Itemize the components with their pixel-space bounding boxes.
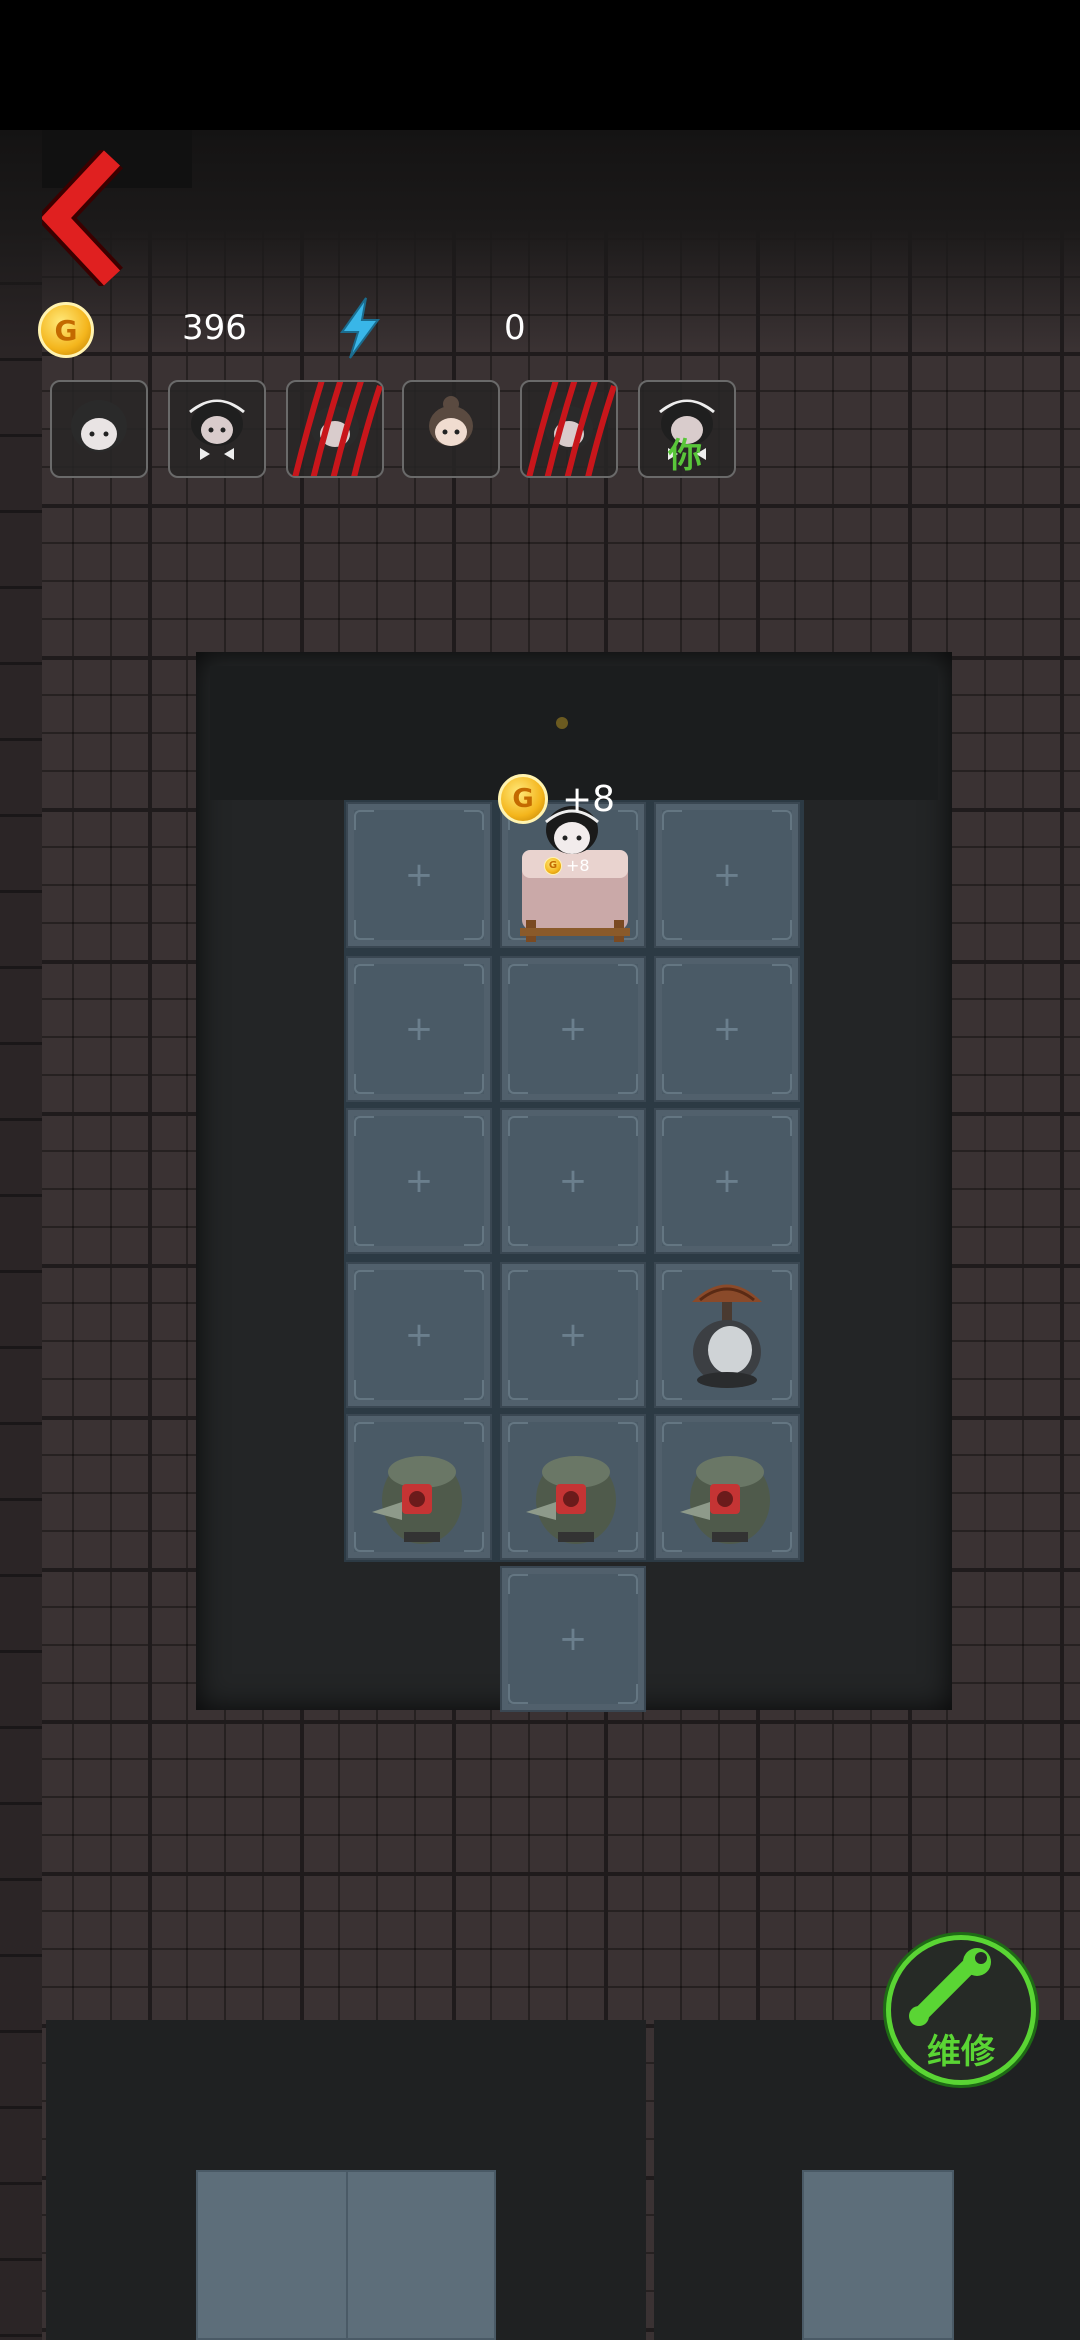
bed-income-label: G +8 — [544, 856, 590, 875]
left-wall-strip — [0, 130, 42, 2340]
turret-icon[interactable] — [516, 1442, 626, 1552]
wrench-icon — [909, 1948, 991, 2026]
back-arrow-icon[interactable] — [42, 150, 138, 286]
build-slot[interactable]: + — [500, 956, 646, 1102]
claw-scratch-icon — [289, 375, 383, 495]
build-slot[interactable]: + — [346, 1262, 492, 1408]
pale-girl-avatar[interactable] — [50, 380, 148, 478]
gold-coin-icon: G — [544, 856, 562, 875]
gold-popup-text: +8 — [562, 778, 616, 820]
girl-face-icon — [71, 400, 127, 452]
top-black-bar — [0, 0, 1080, 130]
repair-button[interactable]: 维修 — [886, 1935, 1036, 2085]
girl-face-icon — [189, 399, 245, 460]
scratched-avatar[interactable] — [520, 375, 618, 495]
build-slot[interactable]: + — [346, 956, 492, 1102]
gold-coin-icon: G — [498, 774, 548, 824]
bow-girl-avatar[interactable] — [168, 380, 266, 478]
bottom-room-right-floor — [802, 2170, 954, 2340]
repair-label: 维修 — [927, 2032, 995, 2072]
lamp-device[interactable] — [672, 1272, 782, 1392]
gold-value: 396 — [182, 308, 247, 348]
turret-icon[interactable] — [670, 1442, 780, 1552]
build-slot[interactable]: + — [654, 802, 800, 948]
gold-popup: G +8 — [498, 774, 615, 824]
tile-divider — [346, 2170, 348, 2340]
build-slot[interactable]: + — [500, 1262, 646, 1408]
build-slot[interactable]: + — [654, 956, 800, 1102]
you-label: 你 — [668, 436, 702, 476]
lightning-icon — [340, 297, 380, 359]
door-slot[interactable]: + — [500, 1566, 646, 1712]
gold-coin-icon: G — [38, 302, 94, 358]
turret-icon[interactable] — [362, 1442, 472, 1552]
girl-face-icon — [429, 396, 473, 446]
claw-scratch-icon — [523, 375, 617, 495]
build-slot[interactable]: + — [654, 1108, 800, 1254]
build-slot[interactable]: + — [500, 1108, 646, 1254]
build-slot[interactable]: + — [346, 1108, 492, 1254]
energy-value: 0 — [504, 308, 526, 348]
you-avatar[interactable]: 你 — [638, 380, 736, 478]
bed-income-text: +8 — [566, 856, 590, 875]
scratched-avatar[interactable] — [286, 375, 384, 495]
bun-girl-avatar[interactable] — [402, 380, 500, 478]
build-slot[interactable]: + — [346, 802, 492, 948]
small-coin-marker — [556, 717, 568, 729]
